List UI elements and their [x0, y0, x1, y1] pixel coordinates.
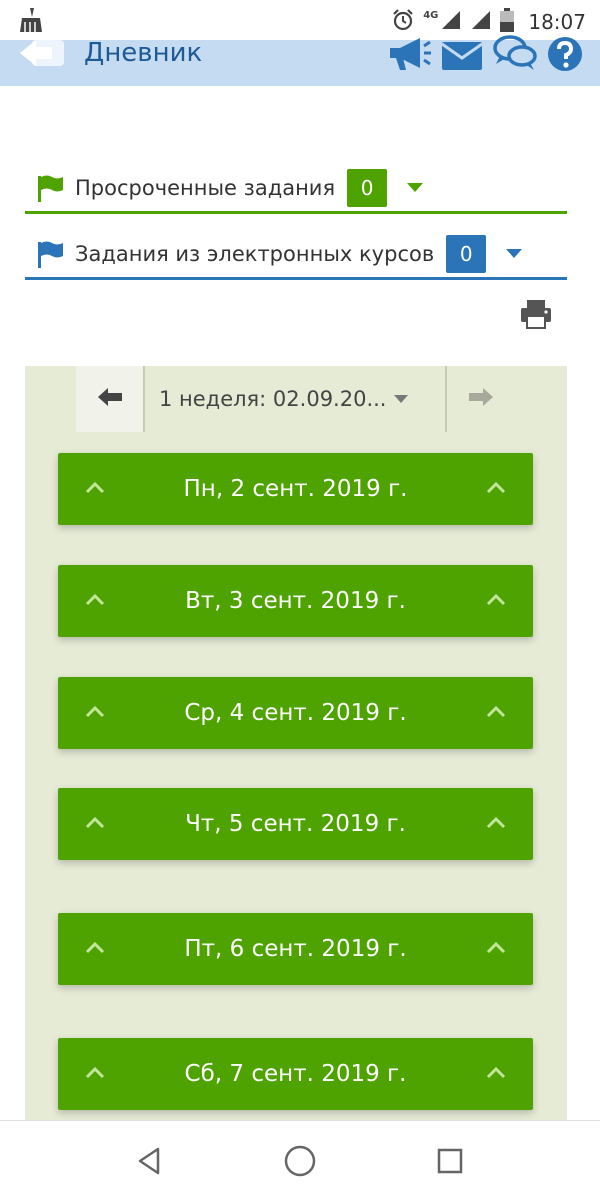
chevron-up-icon	[85, 705, 105, 718]
chat-icon[interactable]	[492, 34, 538, 78]
blue-flag-icon	[35, 239, 65, 269]
day-header-wednesday[interactable]: Ср, 4 сент. 2019 г.	[58, 677, 533, 749]
day-label: Пт, 6 сент. 2019 г.	[184, 936, 407, 962]
week-panel: 1 неделя: 02.09.20... Пн, 2 сент. 2019 г…	[25, 366, 567, 1126]
chevron-up-icon	[486, 481, 506, 494]
chevron-down-icon	[394, 395, 409, 403]
week-dropdown[interactable]: 1 неделя: 02.09.20...	[145, 366, 447, 432]
day-header-friday[interactable]: Пт, 6 сент. 2019 г.	[58, 913, 533, 985]
day-header-saturday[interactable]: Сб, 7 сент. 2019 г.	[58, 1038, 533, 1110]
network-type: 4G	[423, 9, 439, 21]
cleaner-icon	[16, 6, 44, 38]
chevron-up-icon	[486, 705, 506, 718]
day-header-monday[interactable]: Пн, 2 сент. 2019 г.	[58, 453, 533, 525]
signal-icon	[440, 9, 462, 35]
overdue-tasks-count: 0	[347, 168, 388, 207]
chevron-up-icon	[486, 593, 506, 606]
system-nav-bar	[0, 1120, 600, 1200]
back-triangle-icon[interactable]	[132, 1143, 168, 1179]
back-icon[interactable]	[18, 36, 68, 70]
arrow-left-icon	[97, 386, 123, 412]
help-icon[interactable]	[546, 35, 584, 77]
chevron-down-icon[interactable]	[407, 183, 424, 192]
chevron-up-icon	[85, 481, 105, 494]
chevron-up-icon	[85, 1066, 105, 1079]
print-icon[interactable]	[519, 298, 553, 330]
day-label: Сб, 7 сент. 2019 г.	[184, 1061, 407, 1087]
day-header-tuesday[interactable]: Вт, 3 сент. 2019 г.	[58, 565, 533, 637]
arrow-right-icon	[468, 386, 494, 412]
app-header: Дневник	[0, 35, 600, 86]
chevron-up-icon	[85, 941, 105, 954]
alarm-icon	[391, 8, 415, 36]
signal-icon-2	[470, 9, 492, 35]
day-header-thursday[interactable]: Чт, 5 сент. 2019 г.	[58, 788, 533, 860]
course-tasks-label: Задания из электронных курсов	[75, 241, 435, 266]
megaphone-icon[interactable]	[386, 34, 432, 78]
home-circle-icon[interactable]	[282, 1143, 318, 1179]
chevron-down-icon[interactable]	[506, 249, 523, 258]
course-tasks-row[interactable]: Задания из электронных курсов 0	[25, 230, 567, 280]
day-label: Вт, 3 сент. 2019 г.	[185, 588, 406, 614]
chevron-up-icon	[486, 941, 506, 954]
week-selected-value: 1 неделя: 02.09.20...	[159, 387, 387, 411]
chevron-up-icon	[85, 816, 105, 829]
day-label: Ср, 4 сент. 2019 г.	[184, 700, 407, 726]
day-label: Чт, 5 сент. 2019 г.	[185, 811, 406, 837]
overdue-tasks-label: Просроченные задания	[75, 175, 336, 200]
mail-icon[interactable]	[440, 36, 484, 76]
chevron-up-icon	[486, 816, 506, 829]
next-week-button[interactable]	[447, 366, 514, 432]
week-selector: 1 неделя: 02.09.20...	[76, 366, 516, 432]
battery-icon	[500, 8, 515, 36]
recents-square-icon[interactable]	[432, 1143, 468, 1179]
overdue-tasks-row[interactable]: Просроченные задания 0	[25, 164, 567, 214]
status-time: 18:07	[528, 10, 586, 34]
chevron-up-icon	[85, 593, 105, 606]
chevron-up-icon	[486, 1066, 506, 1079]
course-tasks-count: 0	[446, 234, 487, 273]
previous-week-button[interactable]	[76, 366, 145, 432]
day-label: Пн, 2 сент. 2019 г.	[183, 476, 408, 502]
page-title: Дневник	[84, 38, 203, 68]
green-flag-icon	[35, 173, 65, 203]
